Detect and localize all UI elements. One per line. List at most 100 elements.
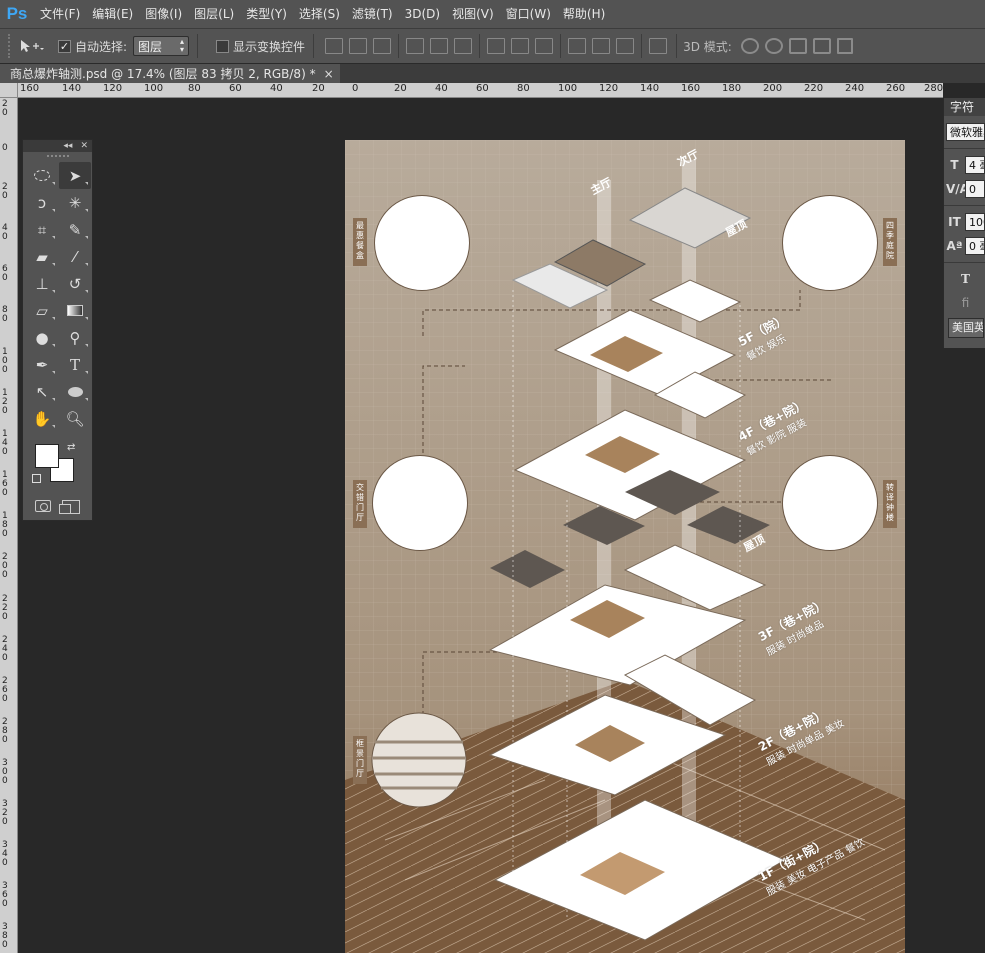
document-tab-title: 商总爆炸轴测.psd @ 17.4% (图层 83 拷贝 2, RGB/8) * xyxy=(10,67,316,81)
language-dropdown[interactable]: 美国英语 xyxy=(948,318,984,338)
separator xyxy=(479,34,481,58)
menu-view[interactable]: 视图(V) xyxy=(446,0,500,28)
tab-character[interactable]: 字符 xyxy=(944,98,985,116)
align-bottom-edges-icon[interactable] xyxy=(373,38,392,54)
ruler-label: 120 xyxy=(103,83,123,94)
quick-mask-icon[interactable] xyxy=(34,500,51,512)
options-bar: ✓ 自动选择: 图层 ▴ ▾ 显示变换控件 3D 模式: xyxy=(0,28,985,64)
drag-3d-icon[interactable] xyxy=(788,38,807,54)
document-canvas[interactable]: 最惠餐盒 四季庭院 交错门厅 转译钟楼 框景门厅 主厅 次厅 屋顶 屋顶 5F（… xyxy=(345,140,905,953)
menu-window[interactable]: 窗口(W) xyxy=(500,0,557,28)
distribute-left-edges-icon[interactable] xyxy=(568,38,587,54)
divider xyxy=(944,148,985,149)
type-tool[interactable]: T xyxy=(59,351,91,378)
vertical-ruler[interactable]: 2 0 0 2 0 4 0 6 0 8 0 1 0 0 1 2 0 1 4 0 … xyxy=(0,98,18,953)
magnifier-dodge-icon: ⚲ xyxy=(69,328,81,347)
slide-3d-icon[interactable] xyxy=(812,38,831,54)
scale-3d-icon[interactable] xyxy=(836,38,853,54)
crop-tool[interactable]: ⌗ xyxy=(26,216,58,243)
brush-tool[interactable]: ⁄ xyxy=(59,243,91,270)
horizontal-ruler[interactable]: 160 140 120 100 80 60 40 20 0 20 40 60 8… xyxy=(18,83,943,98)
magic-wand-tool[interactable]: ✳ xyxy=(59,189,91,216)
elliptical-marquee-tool[interactable] xyxy=(26,162,58,189)
font-size-icon: T xyxy=(950,158,959,172)
clone-stamp-tool[interactable]: ⊥ xyxy=(26,270,58,297)
menu-select[interactable]: 选择(S) xyxy=(293,0,346,28)
auto-align-layers-icon[interactable] xyxy=(649,38,668,54)
align-horizontal-centers-icon[interactable] xyxy=(430,38,449,54)
healing-brush-tool[interactable]: ▰ xyxy=(26,243,58,270)
auto-select-target-dropdown[interactable]: 图层 ▴ ▾ xyxy=(133,36,190,56)
distribute-top-edges-icon[interactable] xyxy=(487,38,506,54)
vertical-scale-field[interactable]: 100 xyxy=(965,213,985,231)
photoshop-logo[interactable]: Ps xyxy=(0,0,34,28)
screen-mode-icon[interactable] xyxy=(59,500,81,514)
menu-layer[interactable]: 图层(L) xyxy=(188,0,240,28)
divider xyxy=(944,205,985,206)
auto-select-checkbox[interactable]: ✓ xyxy=(58,39,71,53)
foreground-color-swatch[interactable] xyxy=(35,444,59,468)
tools-panel-header[interactable]: ◂◂ ✕ xyxy=(23,140,92,152)
menu-help[interactable]: 帮助(H) xyxy=(557,0,611,28)
tools-panel: ◂◂ ✕ ➤ ↄ ✳ ⌗ ✎ ▰ ⁄ ⊥ ↺ ▱ ● ⚲ ✒ T ↖ ✋ 🔍︎ … xyxy=(22,139,93,521)
pen-tool[interactable]: ✒ xyxy=(26,351,58,378)
move-tool[interactable]: ➤ xyxy=(59,162,91,189)
faux-bold-icon[interactable]: T xyxy=(957,272,974,286)
align-right-edges-icon[interactable] xyxy=(454,38,473,54)
collapse-icon[interactable]: ◂◂ xyxy=(63,141,72,151)
move-tool-preset-icon[interactable] xyxy=(14,34,48,58)
menu-image[interactable]: 图像(I) xyxy=(139,0,188,28)
document-tab[interactable]: 商总爆炸轴测.psd @ 17.4% (图层 83 拷贝 2, RGB/8) *… xyxy=(0,64,340,83)
menu-filter[interactable]: 滤镜(T) xyxy=(346,0,399,28)
roll-3d-icon[interactable] xyxy=(764,38,783,54)
eraser-tool[interactable]: ▱ xyxy=(26,297,58,324)
image-placeholder-circle xyxy=(782,195,878,291)
ligature-icon[interactable]: fi xyxy=(957,296,974,310)
menu-edit[interactable]: 编辑(E) xyxy=(86,0,139,28)
ellipse-shape-tool[interactable] xyxy=(59,378,91,405)
menu-3d[interactable]: 3D(D) xyxy=(399,0,446,28)
auto-select-target-value: 图层 xyxy=(138,39,163,54)
zoom-icon: 🔍︎ xyxy=(65,409,85,428)
hand-tool[interactable]: ✋ xyxy=(26,405,58,432)
baseline-shift-field[interactable]: 0 毫 xyxy=(965,237,985,255)
blur-tool[interactable]: ● xyxy=(26,324,58,351)
distribute-bottom-edges-icon[interactable] xyxy=(535,38,554,54)
align-left-edges-icon[interactable] xyxy=(406,38,425,54)
kerning-field[interactable]: 0 xyxy=(965,180,985,198)
close-icon[interactable]: ✕ xyxy=(80,141,88,151)
magic-wand-icon: ✳ xyxy=(68,193,82,212)
distribute-horizontal-centers-icon[interactable] xyxy=(592,38,611,54)
rotate-3d-icon[interactable] xyxy=(740,38,759,54)
font-size-field[interactable]: 4 毫 xyxy=(965,156,985,174)
menu-type[interactable]: 类型(Y) xyxy=(240,0,293,28)
align-top-edges-icon[interactable] xyxy=(325,38,344,54)
font-family-field[interactable]: 微软雅黑 xyxy=(946,123,985,141)
dodge-tool[interactable]: ⚲ xyxy=(59,324,91,351)
ruler-label: 1 8 0 xyxy=(2,511,8,539)
lasso-tool[interactable]: ↄ xyxy=(26,189,58,216)
ruler-label: 3 6 0 xyxy=(2,881,8,909)
image-placeholder-circle xyxy=(374,195,470,291)
ruler-origin[interactable] xyxy=(0,83,18,98)
droplet-icon: ● xyxy=(35,328,49,347)
history-brush-tool[interactable]: ↺ xyxy=(59,270,91,297)
close-icon[interactable]: × xyxy=(324,67,334,81)
zoom-tool[interactable]: 🔍︎ xyxy=(59,405,91,432)
bandage-icon: ▰ xyxy=(36,247,48,266)
ruler-label: 2 0 xyxy=(2,99,8,118)
align-vertical-centers-icon[interactable] xyxy=(349,38,368,54)
path-selection-tool[interactable]: ↖ xyxy=(26,378,58,405)
eyedropper-tool[interactable]: ✎ xyxy=(59,216,91,243)
distribute-vertical-centers-icon[interactable] xyxy=(511,38,530,54)
show-transform-controls-checkbox[interactable] xyxy=(216,39,230,53)
distribute-right-edges-icon[interactable] xyxy=(616,38,635,54)
gradient-tool[interactable] xyxy=(59,297,91,324)
default-colors-icon[interactable] xyxy=(32,474,41,483)
gradient-icon xyxy=(67,305,83,316)
ruler-label: 0 xyxy=(352,83,359,94)
tools-panel-grip[interactable] xyxy=(23,152,92,160)
swap-colors-icon[interactable]: ⇄ xyxy=(67,442,75,453)
menu-file[interactable]: 文件(F) xyxy=(34,0,86,28)
ruler-label: 2 0 xyxy=(2,182,8,201)
